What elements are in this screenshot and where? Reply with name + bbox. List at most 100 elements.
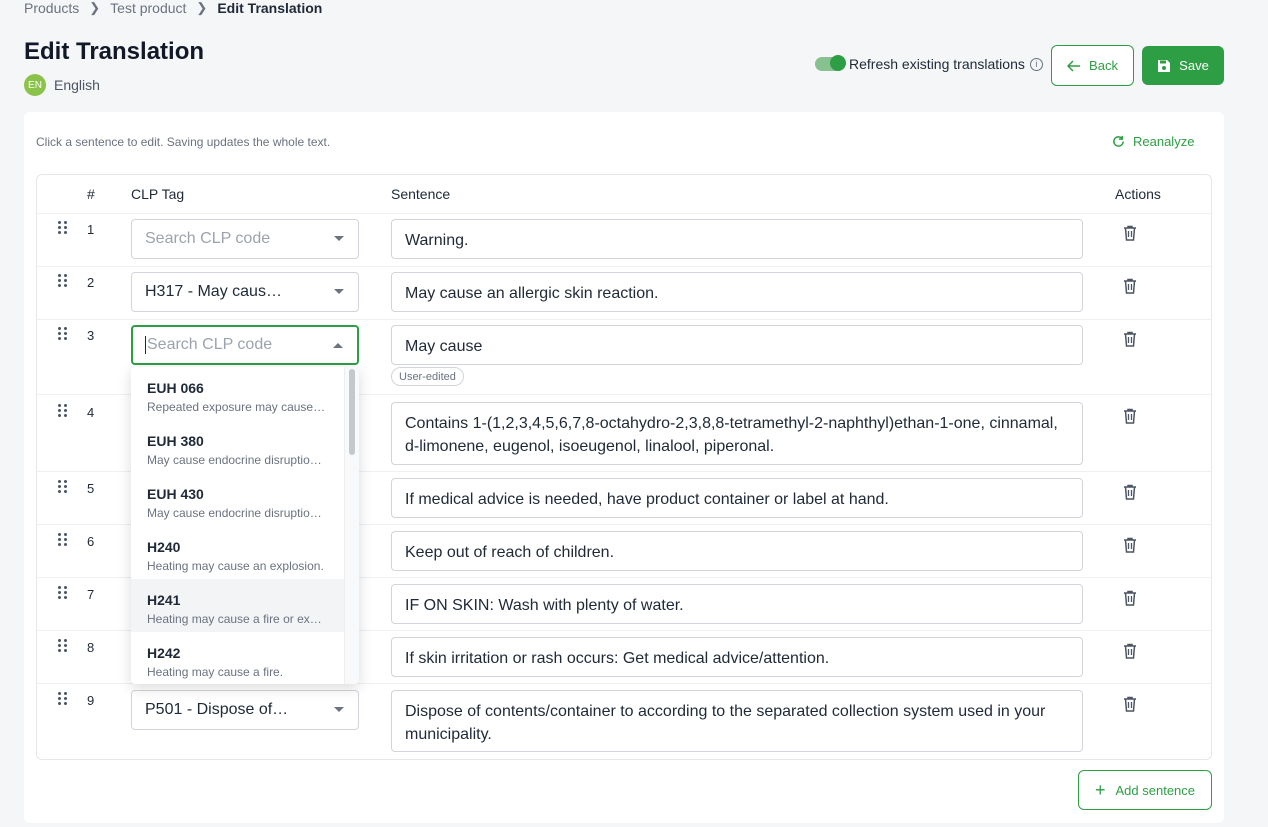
sentence-input[interactable]: If skin irritation or rash occurs: Get m… [391, 637, 1083, 677]
sentence-input[interactable]: If medical advice is needed, have produc… [391, 478, 1083, 518]
breadcrumb-test-product[interactable]: Test product [110, 0, 186, 16]
drag-handle-icon[interactable] [58, 639, 68, 655]
trash-icon[interactable] [1123, 484, 1137, 500]
scrollbar-thumb[interactable] [349, 369, 355, 455]
header-clp-tag: CLP Tag [131, 186, 185, 202]
clp-tag-select[interactable]: P501 - Dispose of… [131, 690, 359, 730]
trash-icon[interactable] [1123, 225, 1137, 241]
caret-down-icon [334, 289, 344, 294]
trash-icon[interactable] [1123, 590, 1137, 606]
clp-option-desc: Heating may cause an explosion. [147, 559, 324, 573]
header-sentence: Sentence [391, 186, 451, 202]
add-sentence-button[interactable]: + Add sentence [1078, 770, 1212, 810]
clp-option-desc: Heating may cause a fire. [147, 665, 284, 679]
refresh-translations-label: Refresh existing translations [849, 56, 1025, 72]
drag-handle-icon[interactable] [58, 404, 68, 420]
row-number: 2 [87, 275, 95, 290]
back-button[interactable]: Back [1051, 45, 1134, 86]
sentence-input[interactable]: May cause [391, 325, 1083, 365]
chevron-right-icon: ❯ [89, 0, 101, 15]
clp-tag-value: P501 - Dispose of… [145, 701, 289, 718]
clp-tag-select[interactable]: H317 - May caus… [131, 272, 359, 312]
language-name: English [54, 77, 100, 93]
save-button-label: Save [1179, 58, 1209, 73]
sentence-input[interactable]: Contains 1-(1,2,3,4,5,6,7,8-octahydro-2,… [391, 402, 1083, 465]
clp-option-code: H242 [147, 645, 181, 661]
sentence-input[interactable]: Keep out of reach of children. [391, 531, 1083, 571]
sentence-input[interactable]: Dispose of contents/container to accordi… [391, 690, 1083, 752]
clp-tag-select[interactable]: Search CLP code [131, 219, 359, 259]
trash-icon[interactable] [1123, 408, 1137, 424]
clp-tag-placeholder: Search CLP code [147, 336, 273, 353]
save-button[interactable]: Save [1142, 46, 1224, 85]
clp-option-desc: Repeated exposure may cause skin dryness… [147, 400, 327, 414]
page-title: Edit Translation [24, 38, 205, 65]
dropdown-scrollbar[interactable] [344, 367, 359, 684]
clp-tag-placeholder: Search CLP code [145, 230, 271, 247]
clp-option-code: EUH 430 [147, 486, 204, 502]
row-number: 1 [87, 222, 95, 237]
sentence-input[interactable]: May cause an allergic skin reaction. [391, 272, 1083, 312]
caret-up-icon [333, 343, 343, 348]
clp-option-desc: Heating may cause a fire or explosion. [147, 612, 327, 626]
trash-icon[interactable] [1123, 278, 1137, 294]
reanalyze-button[interactable]: Reanalyze [1112, 134, 1194, 149]
row-number: 5 [87, 481, 95, 496]
clp-option[interactable]: H240 Heating may cause an explosion. [131, 526, 344, 579]
clp-tag-value: H317 - May caus… [145, 283, 282, 300]
sentence-input[interactable]: Warning. [391, 219, 1083, 259]
clp-option-code: EUH 380 [147, 433, 204, 449]
header-number: # [87, 186, 95, 202]
clp-dropdown-menu: EUH 066 Repeated exposure may cause skin… [131, 367, 359, 684]
breadcrumb-products[interactable]: Products [24, 0, 79, 16]
clp-option-desc: May cause endocrine disruption in humans… [147, 453, 327, 467]
sentence-input[interactable]: IF ON SKIN: Wash with plenty of water. [391, 584, 1083, 624]
caret-down-icon [334, 707, 344, 712]
drag-handle-icon[interactable] [58, 480, 68, 496]
plus-icon: + [1094, 780, 1106, 800]
drag-handle-icon[interactable] [58, 327, 68, 343]
drag-handle-icon[interactable] [58, 221, 68, 237]
clp-option[interactable]: H242 Heating may cause a fire. [131, 632, 344, 684]
reanalyze-label: Reanalyze [1133, 134, 1195, 149]
clp-option-code: H240 [147, 539, 181, 555]
back-button-label: Back [1089, 58, 1118, 73]
row-number: 6 [87, 534, 95, 549]
trash-icon[interactable] [1123, 537, 1137, 553]
arrow-left-icon [1067, 59, 1081, 72]
clp-tag-select-open[interactable]: Search CLP code [131, 325, 359, 365]
info-icon[interactable]: i [1029, 57, 1043, 71]
refresh-translations-toggle[interactable] [815, 55, 846, 71]
row-number: 9 [87, 693, 95, 708]
header-actions: Actions [1115, 186, 1161, 202]
clp-option[interactable]: H241 Heating may cause a fire or explosi… [131, 579, 344, 632]
row-number: 7 [87, 587, 95, 602]
user-edited-badge: User-edited [391, 367, 464, 386]
floppy-disk-icon [1158, 59, 1171, 72]
drag-handle-icon[interactable] [58, 533, 68, 549]
add-sentence-label: Add sentence [1115, 782, 1196, 798]
refresh-icon [1113, 135, 1124, 147]
drag-handle-icon[interactable] [58, 586, 68, 602]
trash-icon[interactable] [1123, 331, 1137, 347]
drag-handle-icon[interactable] [58, 274, 68, 290]
language-indicator: EN English [24, 74, 100, 96]
trash-icon[interactable] [1123, 643, 1137, 659]
chevron-right-icon: ❯ [196, 0, 208, 15]
clp-option[interactable]: EUH 380 May cause endocrine disruption i… [131, 420, 344, 473]
row-number: 4 [87, 405, 95, 420]
clp-option-desc: May cause endocrine disruption in the en… [147, 506, 327, 520]
clp-option[interactable]: EUH 430 May cause endocrine disruption i… [131, 473, 344, 526]
caret-down-icon [334, 236, 344, 241]
row-number: 3 [87, 328, 95, 343]
trash-icon[interactable] [1123, 696, 1137, 712]
clp-option[interactable]: EUH 066 Repeated exposure may cause skin… [131, 367, 344, 420]
breadcrumb: Products ❯ Test product ❯ Edit Translati… [24, 0, 322, 16]
language-badge: EN [24, 74, 46, 96]
clp-option-code: H241 [147, 592, 181, 608]
refresh-translations-control: Refresh existing translations i [815, 55, 1043, 72]
edit-hint: Click a sentence to edit. Saving updates… [36, 135, 331, 149]
drag-handle-icon[interactable] [58, 692, 68, 708]
clp-option-code: EUH 066 [147, 380, 204, 396]
row-number: 8 [87, 640, 95, 655]
